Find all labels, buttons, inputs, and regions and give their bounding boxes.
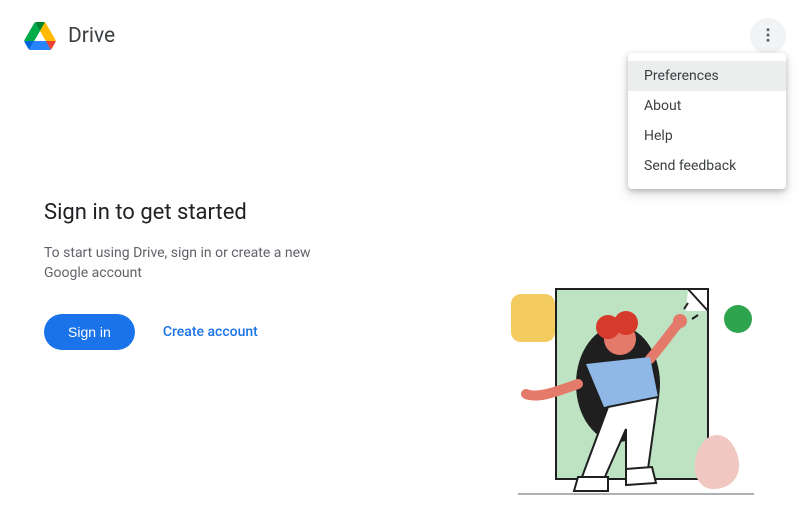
create-account-link[interactable]: Create account — [163, 324, 258, 340]
menu-item-about[interactable]: About — [628, 91, 786, 121]
more-options-button[interactable] — [750, 18, 786, 54]
menu-item-help[interactable]: Help — [628, 121, 786, 151]
sign-in-button[interactable]: Sign in — [44, 314, 135, 350]
app-title: Drive — [68, 24, 115, 48]
subtext: To start using Drive, sign in or create … — [44, 243, 344, 284]
menu-item-preferences[interactable]: Preferences — [628, 61, 786, 91]
menu-item-send-feedback[interactable]: Send feedback — [628, 151, 786, 181]
drive-logo-icon — [24, 22, 56, 50]
more-vert-icon — [759, 26, 777, 47]
welcome-illustration — [508, 279, 758, 509]
headline: Sign in to get started — [44, 200, 756, 225]
options-dropdown: Preferences About Help Send feedback — [628, 53, 786, 189]
